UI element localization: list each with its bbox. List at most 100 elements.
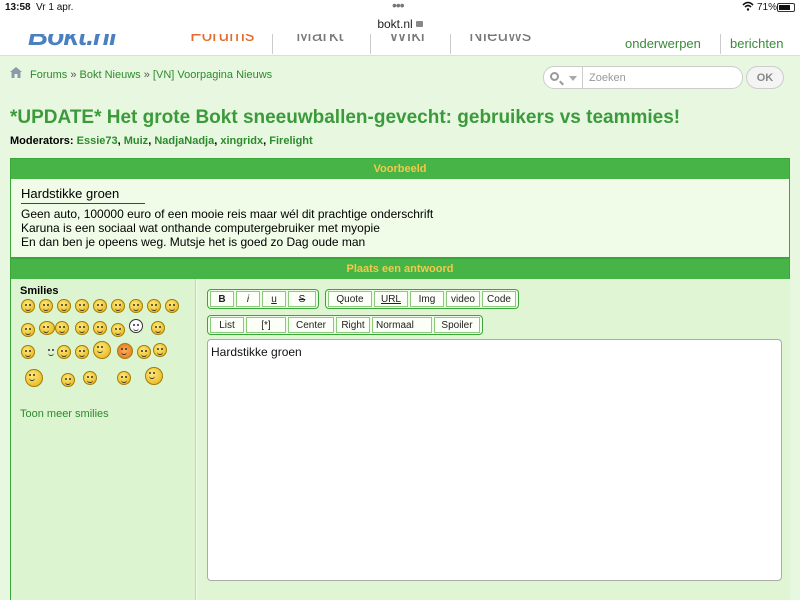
- moderator-link[interactable]: xingridx: [220, 135, 263, 147]
- breadcrumb-current[interactable]: [VN] Voorpagina Nieuws: [153, 69, 272, 81]
- smiley-icon[interactable]: [111, 323, 125, 337]
- preview-text: Hardstikke groen: [21, 186, 120, 201]
- italic-button[interactable]: i: [236, 291, 260, 307]
- underline-button[interactable]: u: [262, 291, 286, 307]
- smiley-icon[interactable]: [75, 321, 89, 335]
- smiley-icon[interactable]: [61, 373, 75, 387]
- url-text: bokt.nl: [377, 17, 413, 31]
- preview-header: Voorbeeld: [11, 159, 789, 179]
- show-more-smilies-link[interactable]: Toon meer smilies: [20, 408, 109, 420]
- search-input[interactable]: [583, 66, 743, 89]
- quote-button[interactable]: Quote: [328, 291, 372, 307]
- right-align-button[interactable]: Right: [336, 317, 370, 333]
- moderators-label: Moderators:: [10, 135, 74, 147]
- smiley-icon[interactable]: [57, 299, 71, 313]
- sleep-smiley-icon[interactable]: [45, 345, 55, 359]
- smiley-icon[interactable]: [147, 299, 161, 313]
- cool-smiley-icon[interactable]: [137, 345, 151, 359]
- moderator-link[interactable]: Firelight: [269, 135, 312, 147]
- battery-percent: 71%: [757, 2, 778, 13]
- reply-header: Plaats een antwoord: [11, 259, 789, 279]
- cheer-smiley-icon[interactable]: [145, 367, 163, 385]
- smiley-icon[interactable]: [55, 321, 69, 335]
- layout-toolbar-group: List [*] Center Right Normaal Spoiler: [207, 315, 483, 335]
- nav-tab-wiki[interactable]: Wiki: [389, 34, 425, 47]
- bold-button[interactable]: B: [210, 291, 234, 307]
- search-scope-dropdown[interactable]: [543, 66, 583, 89]
- smiley-icon[interactable]: [83, 371, 97, 385]
- smiley-icon[interactable]: [57, 345, 71, 359]
- battery-icon: [777, 3, 795, 12]
- smiley-icon[interactable]: [21, 323, 35, 337]
- cheer-smiley-icon[interactable]: [25, 369, 43, 387]
- smiley-icon[interactable]: [117, 371, 131, 385]
- signature-divider: [21, 203, 145, 204]
- love-smiley-icon[interactable]: [153, 343, 167, 357]
- smiley-icon[interactable]: [75, 345, 89, 359]
- smiley-icon[interactable]: [93, 299, 107, 313]
- moderator-link[interactable]: Muiz: [124, 135, 148, 147]
- list-item-button[interactable]: [*]: [246, 317, 286, 333]
- smilies-title: Smilies: [20, 285, 59, 297]
- spoiler-button[interactable]: Spoiler: [434, 317, 480, 333]
- smiley-icon[interactable]: [165, 299, 179, 313]
- clock: 13:58: [5, 2, 31, 13]
- img-button[interactable]: Img: [410, 291, 444, 307]
- nav-onderwerpen[interactable]: onderwerpen: [625, 36, 701, 51]
- preview-panel: Voorbeeld Hardstikke groen Geen auto, 10…: [10, 158, 790, 258]
- video-button[interactable]: video: [446, 291, 480, 307]
- address-bar[interactable]: bokt.nl: [0, 16, 800, 34]
- strikethrough-button[interactable]: S: [288, 291, 316, 307]
- code-button[interactable]: Code: [482, 291, 516, 307]
- nav-divider: [720, 34, 721, 54]
- nav-berichten[interactable]: berichten: [730, 36, 783, 51]
- breadcrumb-separator: »: [143, 69, 150, 81]
- page-title: *UPDATE* Het grote Bokt sneeuwballen-gev…: [10, 107, 681, 128]
- lock-icon: [415, 21, 423, 27]
- more-dots-icon[interactable]: •••: [392, 0, 405, 13]
- smiley-icon[interactable]: [117, 343, 133, 359]
- font-size-select[interactable]: Normaal: [372, 317, 432, 333]
- smiley-icon[interactable]: [93, 341, 111, 359]
- smiley-icon[interactable]: [39, 299, 53, 313]
- nav-tab-nieuws[interactable]: Nieuws: [469, 34, 531, 47]
- breadcrumb-bokt-nieuws[interactable]: Bokt Nieuws: [80, 69, 141, 81]
- nav-tab-forums[interactable]: Forums: [190, 34, 254, 47]
- smiley-icon[interactable]: [151, 321, 165, 335]
- moderator-link[interactable]: NadjaNadja: [154, 135, 214, 147]
- home-icon[interactable]: [10, 67, 22, 78]
- moderator-link[interactable]: Essie73: [77, 135, 118, 147]
- editor-area: B i u S Quote URL Img video Code List [*…: [197, 279, 790, 600]
- preview-body: Hardstikke groen Geen auto, 100000 euro …: [11, 179, 789, 249]
- url-button[interactable]: URL: [374, 291, 408, 307]
- breadcrumb-trail: Forums » Bokt Nieuws » [VN] Voorpagina N…: [30, 69, 272, 81]
- list-button[interactable]: List: [210, 317, 244, 333]
- date: Vr 1 apr.: [36, 2, 74, 13]
- moderators-line: Moderators: Essie73, Muiz, NadjaNadja, x…: [10, 135, 313, 147]
- signature-line: En dan ben je opeens weg. Mutsje het is …: [21, 235, 366, 249]
- search-form: OK: [543, 66, 784, 90]
- nav-divider: [450, 34, 451, 54]
- smiley-icon[interactable]: [75, 299, 89, 313]
- smiley-icon[interactable]: [111, 299, 125, 313]
- chevron-down-icon: [569, 76, 577, 81]
- site-logo[interactable]: Bokt.nl: [28, 34, 117, 52]
- smiley-icon[interactable]: [39, 321, 55, 335]
- smiley-icon[interactable]: [21, 299, 35, 313]
- status-bar: 13:58 Vr 1 apr. ••• 71%: [0, 0, 800, 16]
- message-textarea[interactable]: [207, 339, 782, 581]
- smiley-icon[interactable]: [129, 299, 143, 313]
- wifi-icon: [742, 1, 754, 11]
- smiley-icon[interactable]: [21, 345, 35, 359]
- site-header: Bokt.nl Forums Markt Wiki Nieuws onderwe…: [0, 34, 800, 56]
- cow-smiley-icon[interactable]: [129, 319, 143, 333]
- search-icon: [550, 72, 559, 81]
- center-button[interactable]: Center: [288, 317, 334, 333]
- insert-toolbar-group: Quote URL Img video Code: [325, 289, 519, 309]
- breadcrumb-forums[interactable]: Forums: [30, 69, 67, 81]
- smiley-icon[interactable]: [93, 321, 107, 335]
- nav-divider: [370, 34, 371, 54]
- nav-tab-markt[interactable]: Markt: [296, 34, 344, 47]
- reply-panel: Plaats een antwoord Smilies Toon meer sm…: [10, 258, 790, 600]
- search-ok-button[interactable]: OK: [746, 66, 784, 89]
